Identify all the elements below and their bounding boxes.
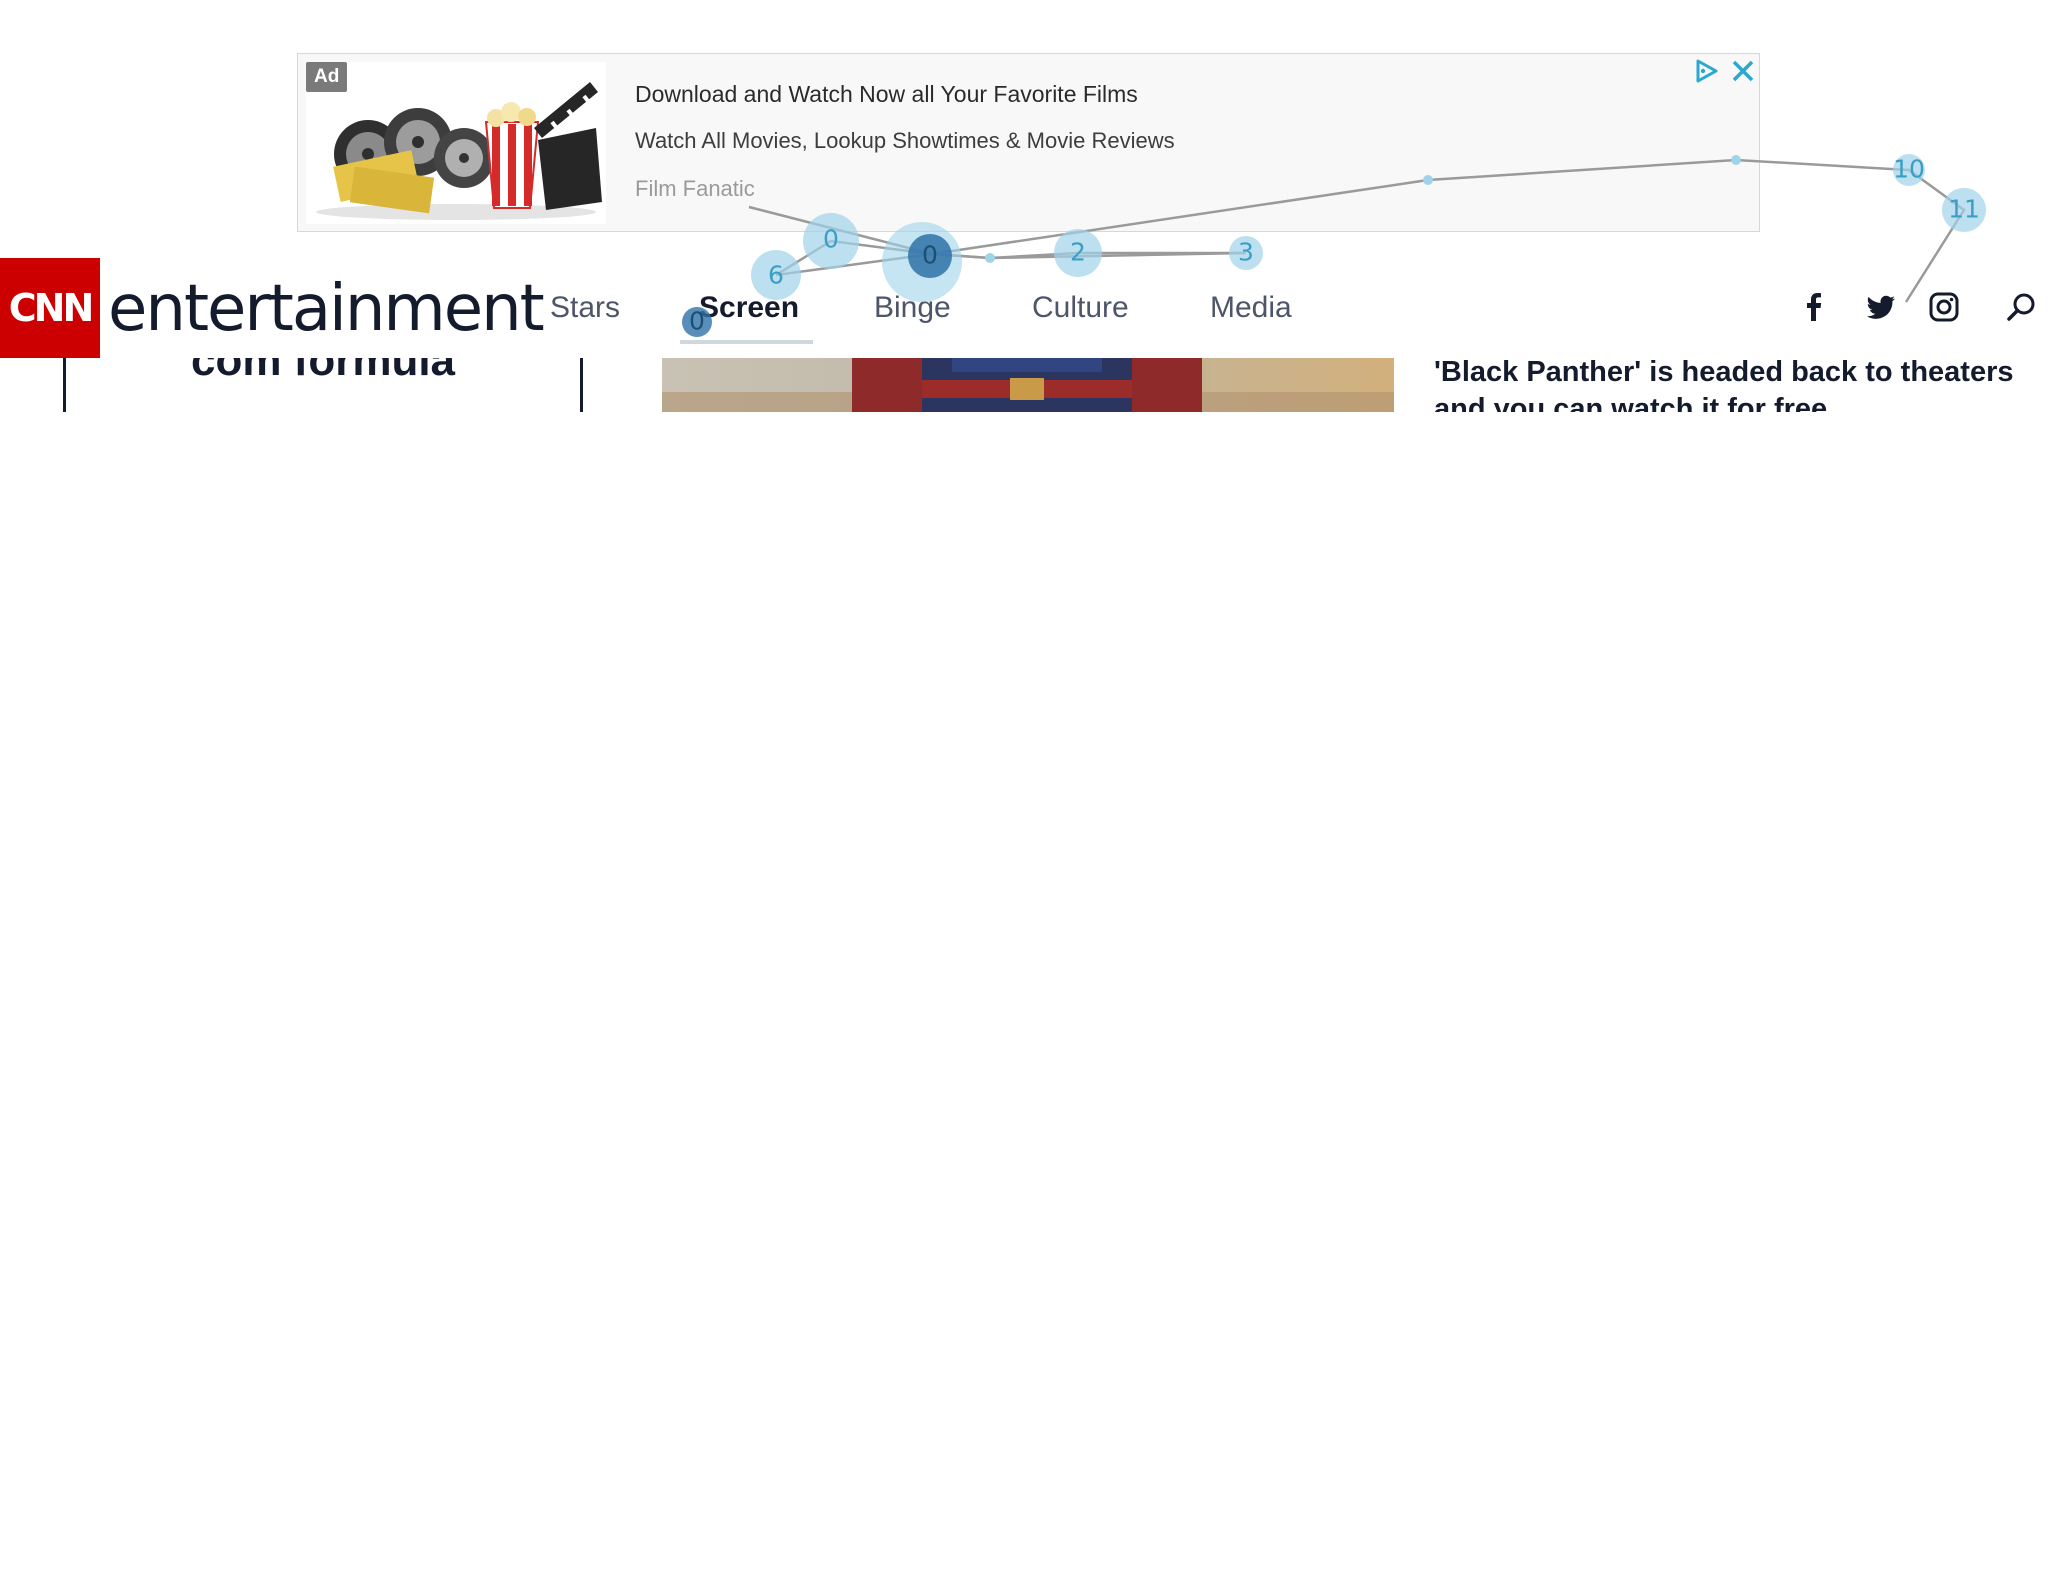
fixation-label: 0 bbox=[689, 307, 705, 336]
fixation-10: 10 bbox=[1893, 154, 1925, 186]
fixation-3: 3 bbox=[1229, 236, 1263, 270]
fixation-11: 11 bbox=[1942, 188, 1986, 232]
fixation-0c-active: 0 bbox=[682, 307, 712, 337]
fixation-label: 2 bbox=[1070, 238, 1086, 267]
gaze-path-overlay: 0 6 0 2 3 10 11 0 bbox=[682, 154, 1986, 337]
fixation-label: 3 bbox=[1238, 238, 1254, 267]
fixation-label: 11 bbox=[1948, 195, 1980, 224]
fixation-label: 0 bbox=[823, 225, 839, 254]
fixation-6: 6 bbox=[751, 250, 801, 300]
fixation-label: 0 bbox=[922, 241, 938, 270]
fixation-0b-active: 0 bbox=[882, 222, 962, 302]
fixation-label: 6 bbox=[768, 261, 784, 290]
fixation-label: 10 bbox=[1893, 155, 1925, 184]
fixation-0a: 0 bbox=[803, 213, 859, 269]
fixation-2: 2 bbox=[1054, 229, 1102, 277]
